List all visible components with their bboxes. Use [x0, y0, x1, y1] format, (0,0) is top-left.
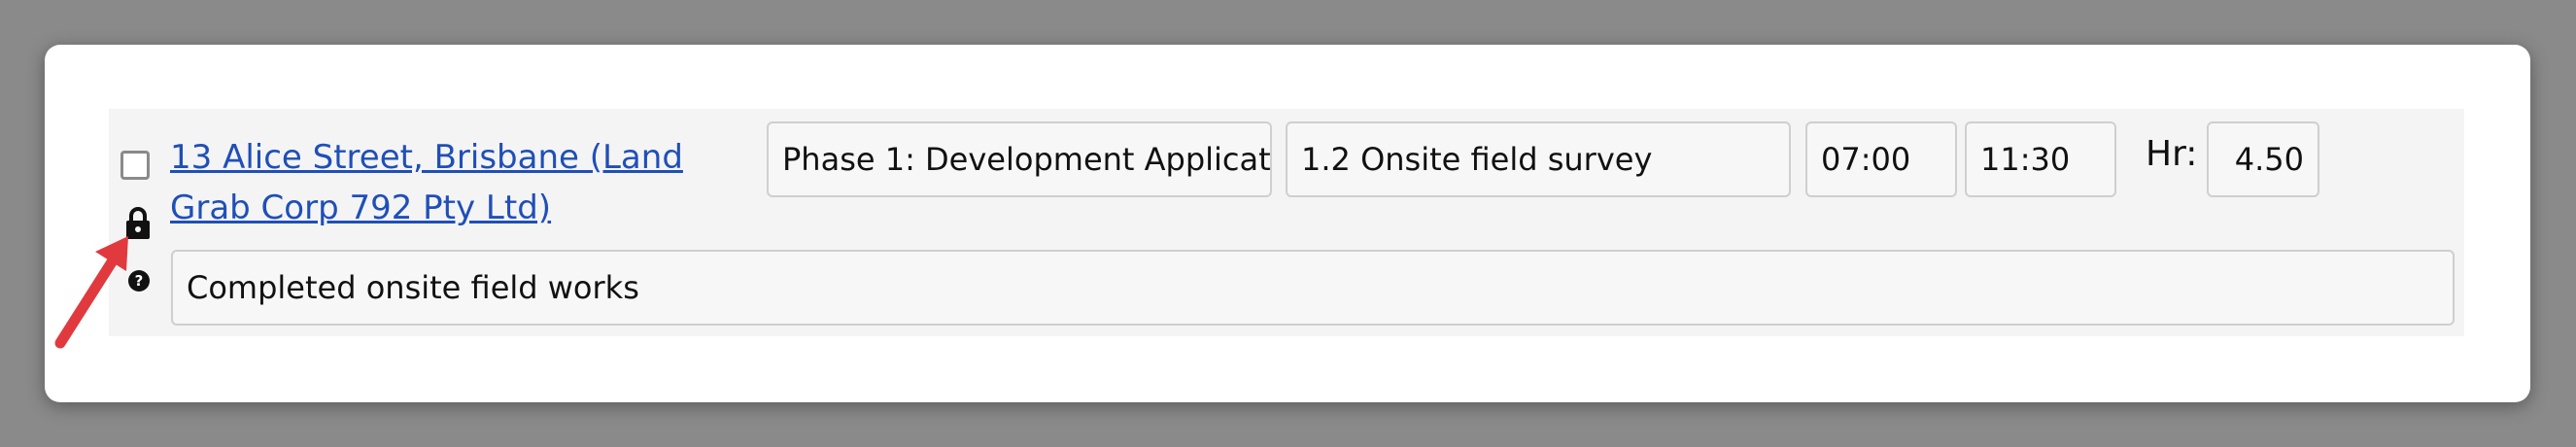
phase-field[interactable]: Phase 1: Development Applicatic	[767, 121, 1272, 197]
start-time-field[interactable]: 07:00	[1805, 121, 1957, 197]
notes-field[interactable]: Completed onsite field works	[171, 250, 2455, 326]
entry-select-checkbox[interactable]	[120, 151, 150, 180]
annotation-arrow	[54, 236, 128, 349]
job-address-link[interactable]: 13 Alice Street, Brisbane (Land Grab Cor…	[170, 132, 753, 233]
hours-label: Hr:	[2146, 134, 2198, 174]
hours-field[interactable]: 4.50	[2207, 121, 2319, 197]
end-time-field[interactable]: 11:30	[1965, 121, 2116, 197]
task-field[interactable]: 1.2 Onsite field survey	[1286, 121, 1791, 197]
